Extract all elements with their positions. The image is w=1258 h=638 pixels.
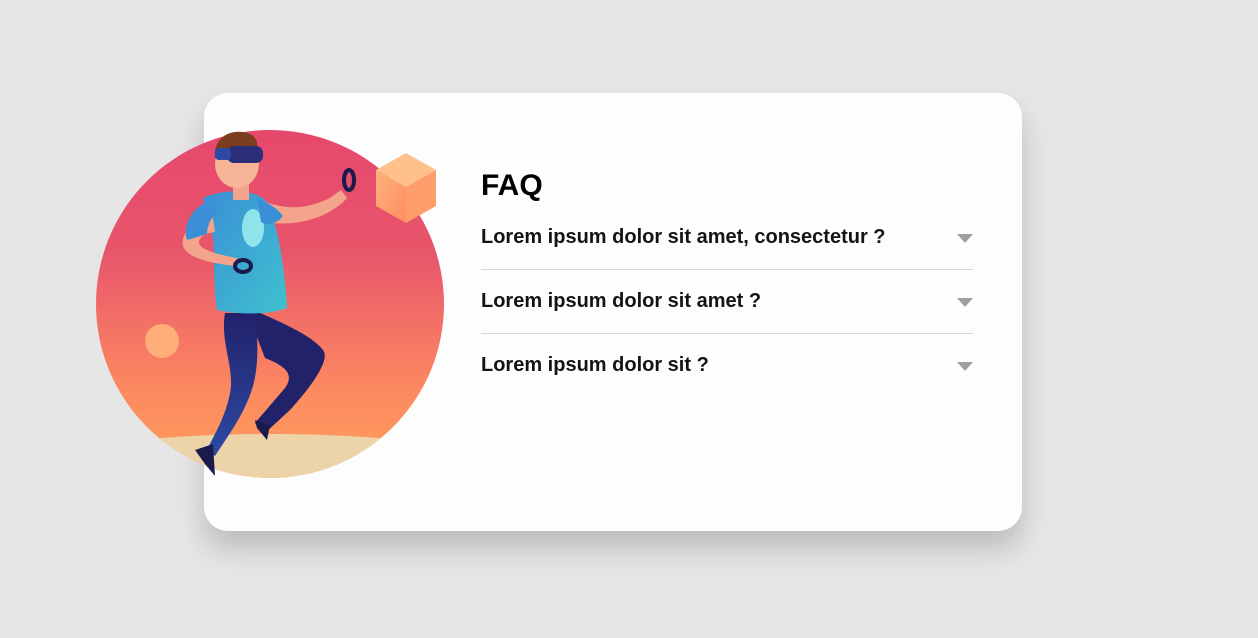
faq-question[interactable]: Lorem ipsum dolor sit amet, consectetur … [481, 226, 886, 248]
faq-question[interactable]: Lorem ipsum dolor sit ? [481, 354, 709, 376]
caret-down-icon[interactable] [957, 298, 973, 307]
faq-question[interactable]: Lorem ipsum dolor sit amet ? [481, 290, 761, 312]
faq-item[interactable]: Lorem ipsum dolor sit amet ? [481, 270, 973, 334]
caret-down-icon[interactable] [957, 234, 973, 243]
faq-title: FAQ [481, 169, 543, 202]
faq-item[interactable]: Lorem ipsum dolor sit amet, consectetur … [481, 206, 973, 270]
caret-down-icon[interactable] [957, 362, 973, 371]
faq-item[interactable]: Lorem ipsum dolor sit ? [481, 334, 973, 397]
floating-orb [145, 324, 179, 358]
vr-person-illustration [96, 130, 444, 478]
faq-section: FAQ Lorem ipsum dolor sit amet, consecte… [481, 168, 973, 397]
